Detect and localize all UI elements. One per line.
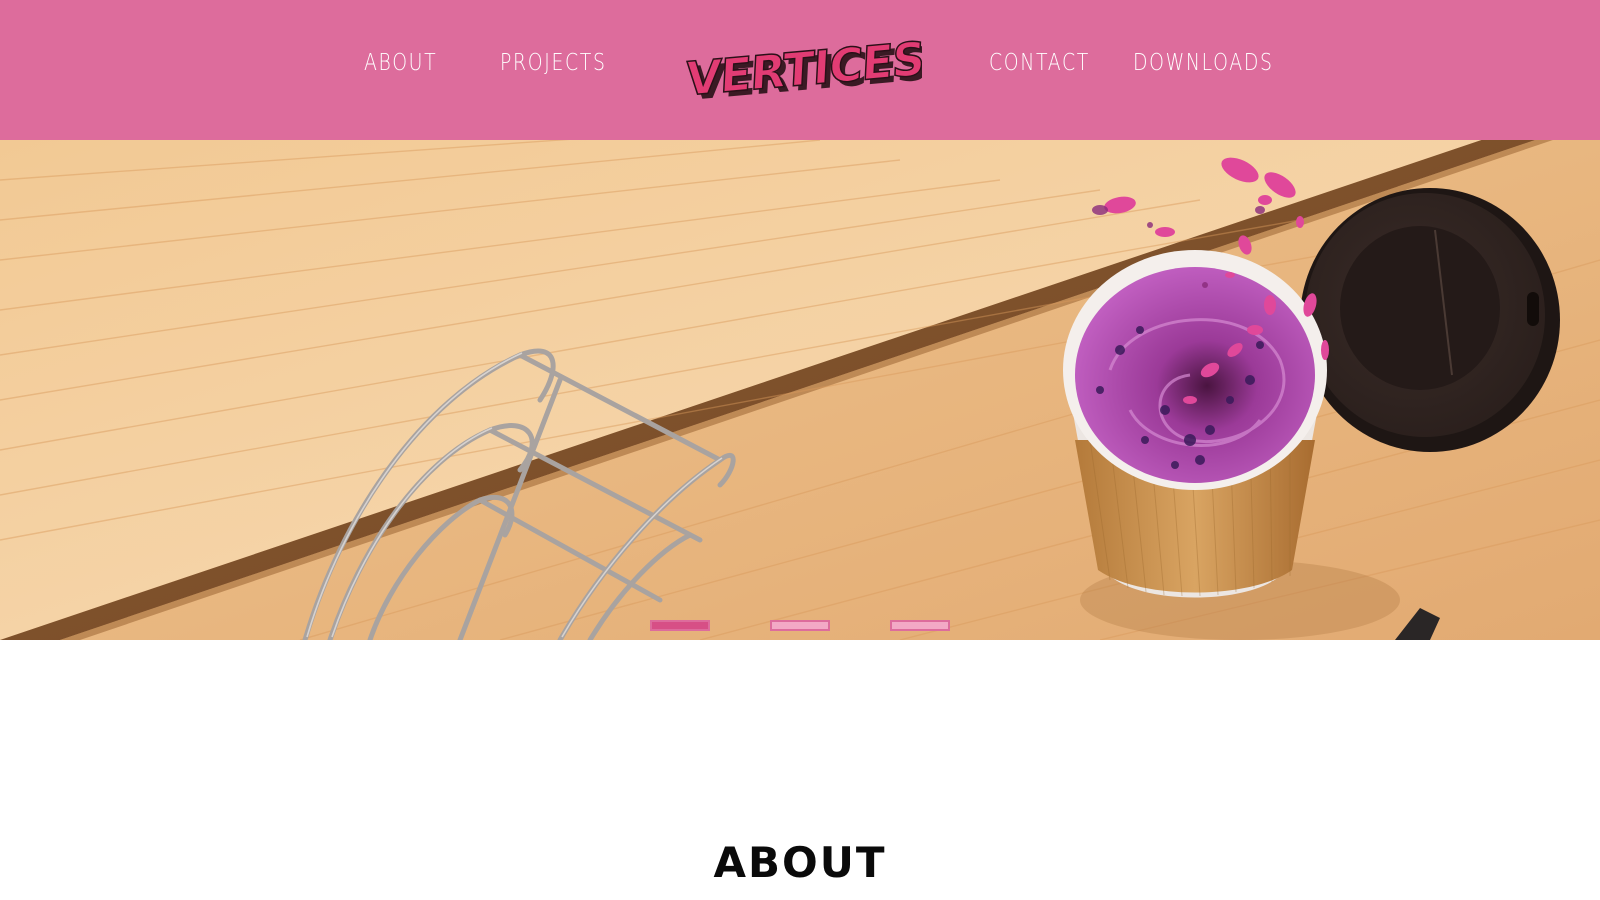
about-section-title: ABOUT [713, 838, 887, 887]
svg-text:VERTICES: VERTICES [684, 31, 922, 106]
slide-indicator-1[interactable] [650, 620, 710, 631]
hero-image [0, 140, 1600, 640]
coffee-cup-splash-illustration [0, 140, 1600, 640]
logo-wordmark: VERTICES VERTICES [684, 31, 922, 110]
nav-about-link[interactable]: ABOUT [364, 50, 437, 76]
slide-indicator-2[interactable] [770, 620, 830, 631]
nav-projects-link[interactable]: PROJECTS [500, 50, 607, 76]
slide-indicators [0, 620, 1600, 632]
site-header: ABOUT PROJECTS VERTICES VERTICES CONTACT… [0, 0, 1600, 140]
slide-indicator-3[interactable] [890, 620, 950, 631]
nav-downloads-link[interactable]: DOWNLOADS [1133, 50, 1274, 76]
site-logo[interactable]: VERTICES VERTICES [682, 30, 922, 110]
page: ABOUT PROJECTS VERTICES VERTICES CONTACT… [0, 0, 1600, 900]
nav-contact-link[interactable]: CONTACT [989, 50, 1090, 76]
